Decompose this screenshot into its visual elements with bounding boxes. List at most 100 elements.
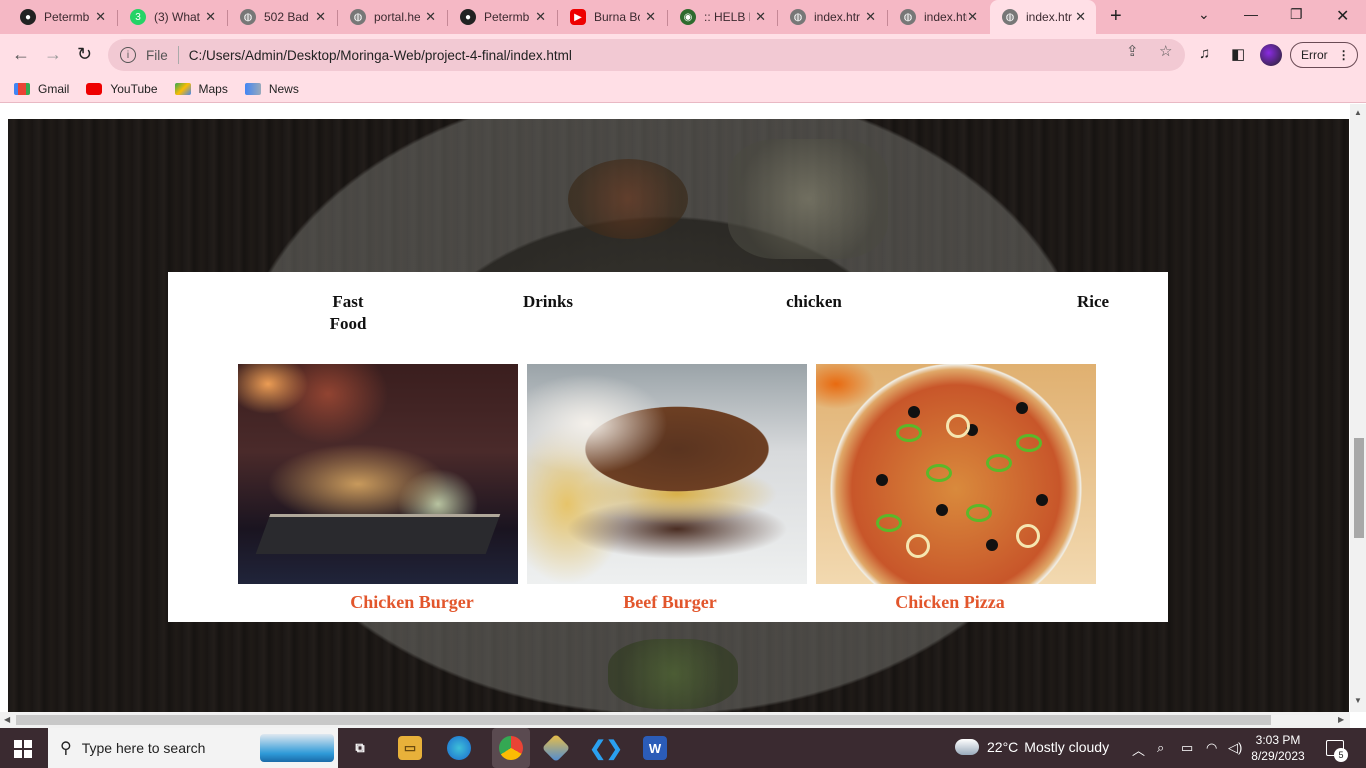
volume-icon[interactable]: ◁)	[1228, 740, 1242, 756]
menu-icon[interactable]: ⋮	[1338, 48, 1350, 62]
tab-1[interactable]: ● Petermb ✕	[8, 0, 116, 34]
tab-search-icon[interactable]: ⌄	[1198, 6, 1210, 23]
weather-condition: Mostly cloudy	[1024, 739, 1110, 755]
tab-7[interactable]: ◉ :: HELB P ✕	[668, 0, 776, 34]
close-icon[interactable]: ✕	[755, 9, 766, 25]
info-icon[interactable]: i	[120, 47, 136, 63]
side-panel-icon[interactable]: ◧	[1231, 45, 1245, 63]
forward-icon[interactable]: →	[44, 44, 62, 65]
taskbar-search-box[interactable]: ⚲ Type here to search	[48, 728, 338, 768]
tab-title: :: HELB P	[704, 10, 750, 24]
category-chicken[interactable]: chicken	[768, 291, 860, 313]
tab-10-active[interactable]: ◍ index.htr ✕	[990, 0, 1096, 34]
close-icon[interactable]: ✕	[645, 9, 656, 25]
tab-5[interactable]: ● Petermb ✕	[448, 0, 556, 34]
wifi-icon[interactable]: ◠	[1206, 740, 1217, 756]
chicken-pizza-image	[816, 364, 1096, 584]
tab-2[interactable]: 3 (3) What ✕	[118, 0, 226, 34]
avatar[interactable]	[1260, 44, 1282, 66]
minimize-icon[interactable]: —	[1244, 6, 1258, 22]
notification-badge: 5	[1334, 748, 1348, 762]
windows-start-icon[interactable]	[14, 740, 32, 758]
scroll-right-icon[interactable]: ▶	[1338, 715, 1344, 724]
address-bar[interactable]: i File C:/Users/Admin/Desktop/Moringa-We…	[108, 39, 1185, 71]
close-icon[interactable]: ✕	[535, 9, 546, 25]
meet-now-icon[interactable]: ⌕	[1157, 740, 1164, 756]
close-icon[interactable]: ✕	[967, 9, 978, 25]
tab-title: Petermb	[44, 10, 90, 24]
scroll-up-icon[interactable]: ▲	[1354, 108, 1362, 117]
bookmark-gmail[interactable]: Gmail	[14, 82, 69, 96]
horizontal-scrollbar[interactable]: ◀ ▶	[0, 712, 1350, 728]
restore-icon[interactable]: ❐	[1290, 6, 1303, 23]
media-control-icon[interactable]: ♫	[1199, 45, 1210, 62]
category-rice[interactable]: Rice	[1058, 291, 1128, 313]
profile-error-label: Error	[1301, 48, 1328, 62]
horizontal-scroll-thumb[interactable]	[16, 715, 1271, 725]
globe-icon: ◍	[790, 9, 806, 25]
taskbar: ⚲ Type here to search ⧉ ▭ ❮❯ W 22°C Most…	[0, 728, 1366, 768]
tab-title: portal.he	[374, 10, 420, 24]
bookmark-youtube[interactable]: YouTube	[86, 82, 158, 96]
chrome-taskbar-button[interactable]	[492, 728, 530, 768]
git-icon[interactable]	[541, 733, 571, 763]
share-icon[interactable]: ⇪	[1126, 42, 1139, 60]
food-caption-chicken-burger: Chicken Burger	[350, 592, 474, 612]
tab-4[interactable]: ◍ portal.he ✕	[338, 0, 446, 34]
github-icon: ●	[20, 9, 36, 25]
close-icon[interactable]: ✕	[95, 9, 106, 25]
new-tab-icon[interactable]: +	[1110, 5, 1122, 28]
bookmark-maps[interactable]: Maps	[174, 82, 228, 96]
weather-widget[interactable]: 22°C Mostly cloudy	[955, 739, 1109, 755]
bookmark-label: Maps	[198, 82, 228, 96]
bookmark-label: Gmail	[38, 82, 70, 96]
github-icon: ●	[460, 9, 476, 25]
close-icon[interactable]: ✕	[315, 9, 326, 25]
close-icon[interactable]: ✕	[205, 9, 216, 25]
chrome-icon	[499, 736, 523, 760]
tab-6[interactable]: ▶ Burna Bo ✕	[558, 0, 666, 34]
category-drinks[interactable]: Drinks	[508, 291, 588, 313]
globe-icon: ◍	[1002, 9, 1018, 25]
tab-9[interactable]: ◍ index.htr ✕	[888, 0, 988, 34]
tab-title: Petermb	[484, 10, 530, 24]
vertical-scroll-thumb[interactable]	[1354, 438, 1364, 538]
back-icon[interactable]: ←	[12, 44, 30, 65]
page-viewport[interactable]: Fast Food Drinks chicken Rice Chicken Bu…	[0, 104, 1366, 712]
bookmark-star-icon[interactable]: ☆	[1159, 42, 1172, 60]
weather-temp: 22°C	[987, 739, 1019, 755]
tab-title: index.htr	[1026, 10, 1072, 24]
tab-title: 502 Bad	[264, 10, 309, 24]
profile-error-button[interactable]: Error ⋮	[1290, 42, 1358, 68]
chevron-up-icon[interactable]: ︿	[1132, 740, 1145, 759]
globe-icon: ◍	[900, 9, 916, 25]
word-icon[interactable]: W	[643, 736, 667, 760]
scroll-left-icon[interactable]: ◀	[4, 715, 10, 724]
vscode-icon[interactable]: ❮❯	[589, 736, 623, 760]
tab-3[interactable]: ◍ 502 Bad ✕	[228, 0, 336, 34]
file-explorer-icon[interactable]: ▭	[398, 736, 422, 760]
bookmark-news[interactable]: News	[244, 82, 299, 96]
battery-icon[interactable]: ▭	[1181, 740, 1193, 756]
food-caption-chicken-pizza: Chicken Pizza	[895, 592, 1005, 612]
globe-icon: ◍	[240, 9, 256, 25]
close-icon[interactable]: ✕	[425, 9, 436, 25]
cloud-icon	[955, 739, 979, 755]
tab-title: (3) What	[154, 10, 200, 24]
url-text[interactable]: C:/Users/Admin/Desktop/Moringa-Web/proje…	[189, 48, 572, 63]
close-icon[interactable]: ✕	[865, 9, 876, 25]
close-icon[interactable]: ✕	[1075, 9, 1086, 25]
reload-icon[interactable]: ↻	[77, 44, 92, 65]
category-fast-food[interactable]: Fast Food	[318, 291, 378, 335]
task-view-icon[interactable]: ⧉	[348, 736, 372, 760]
whatsapp-icon: 3	[130, 9, 146, 25]
clock-time: 3:03 PM	[1255, 733, 1301, 747]
scroll-down-icon[interactable]: ▼	[1354, 696, 1362, 705]
edge-icon[interactable]	[447, 736, 471, 760]
vertical-scrollbar[interactable]: ▲ ▼	[1350, 104, 1366, 712]
tab-8[interactable]: ◍ index.htr ✕	[778, 0, 886, 34]
system-clock[interactable]: 3:03 PM 8/29/2023	[1248, 732, 1308, 764]
bookmarks-bar: Gmail YouTube Maps News	[0, 76, 1366, 103]
window-close-icon[interactable]: ✕	[1336, 6, 1349, 26]
globe-icon: ◍	[350, 9, 366, 25]
